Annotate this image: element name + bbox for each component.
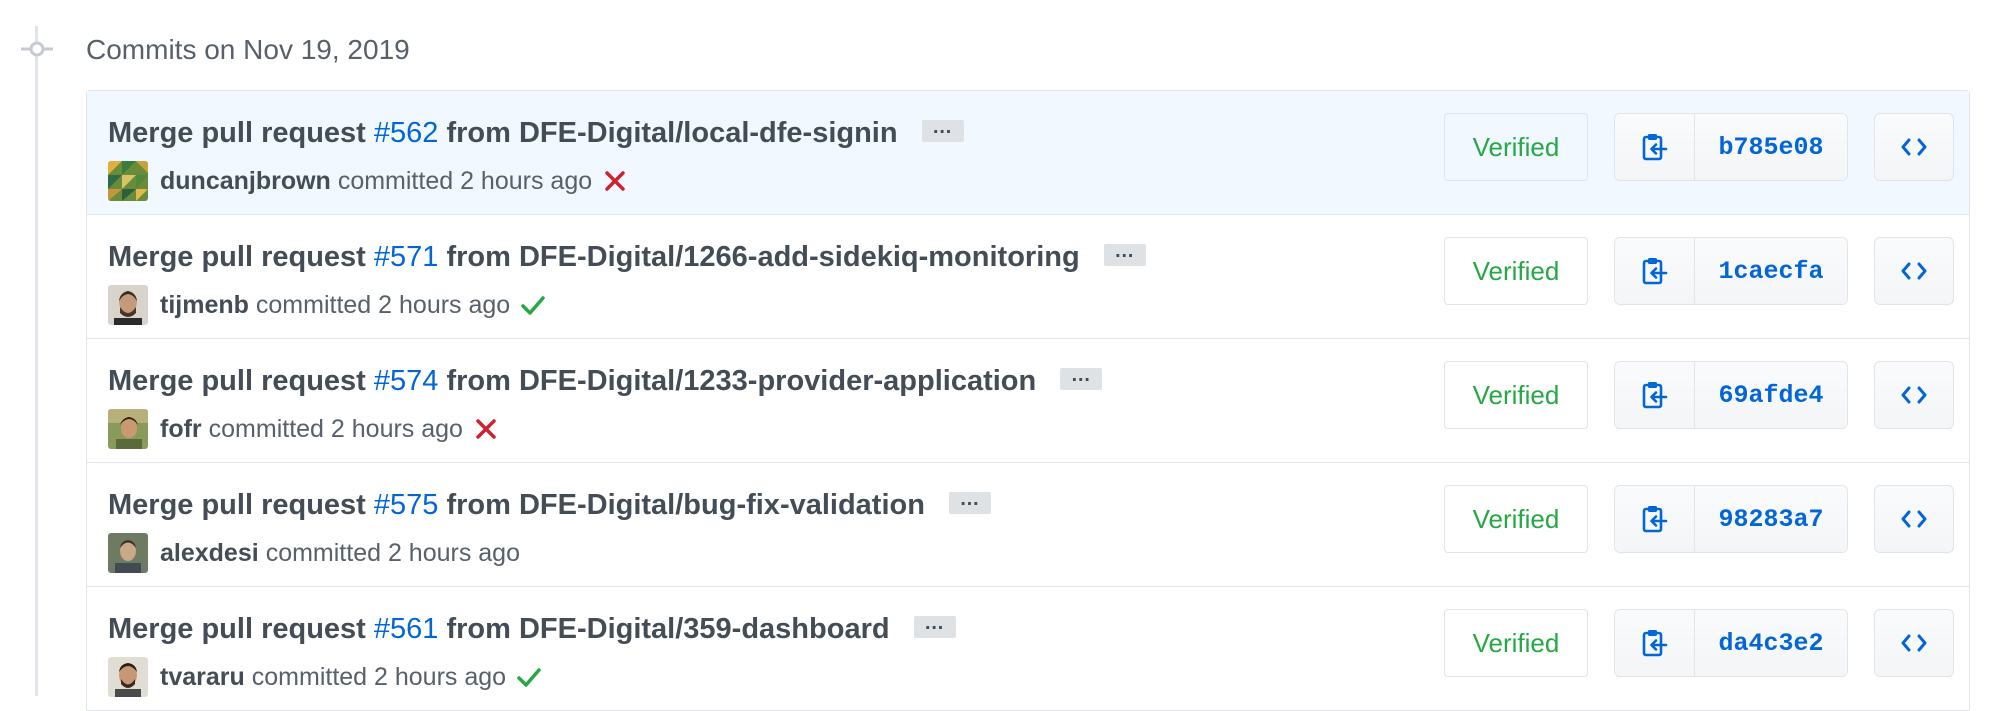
pull-request-link[interactable]: #571 [374,241,439,273]
commit-sha-link[interactable]: b785e08 [1695,114,1847,180]
commit-message-prefix[interactable]: Merge pull request [108,365,366,397]
sha-button-group: da4c3e2 [1614,609,1848,677]
avatar-photo-icon [108,285,148,325]
verified-badge[interactable]: Verified [1444,485,1588,553]
commit-sha-link[interactable]: 69afde4 [1695,362,1847,428]
copy-sha-button[interactable] [1615,362,1695,428]
avatar-photo-icon [108,409,148,449]
commit-message-prefix[interactable]: Merge pull request [108,489,366,521]
commit-message-prefix[interactable]: Merge pull request [108,117,366,149]
commit-title[interactable]: Merge pull request #562 from DFE-Digital… [108,113,964,153]
copy-sha-button[interactable] [1615,486,1695,552]
sha-button-group: 69afde4 [1614,361,1848,429]
commit-sha-link[interactable]: da4c3e2 [1695,610,1847,676]
commit-message-branch[interactable]: from DFE-Digital/local-dfe-signin [446,117,897,149]
avatar[interactable] [108,161,148,201]
pull-request-link[interactable]: #575 [374,489,439,521]
copy-sha-button[interactable] [1615,114,1695,180]
commit-row: Merge pull request #561 from DFE-Digital… [87,587,1969,711]
verified-badge[interactable]: Verified [1444,361,1588,429]
commit-node-icon [21,41,53,57]
commit-time: committed 2 hours ago [251,662,507,691]
timeline-line [35,26,38,696]
avatar-pattern-icon [108,161,148,201]
pull-request-link[interactable]: #562 [374,117,439,149]
browse-repository-button[interactable] [1874,485,1954,553]
commit-title[interactable]: Merge pull request #561 from DFE-Digital… [108,609,956,649]
check-icon[interactable] [520,292,546,318]
avatar[interactable] [108,409,148,449]
x-icon[interactable] [473,416,499,442]
check-icon[interactable] [516,664,542,690]
expand-message-button[interactable]: … [1060,365,1103,391]
commit-meta: alexdesi committed 2 hours ago [108,533,520,573]
sha-button-group: b785e08 [1614,113,1848,181]
code-icon [1901,138,1927,156]
commit-meta: tijmenb committed 2 hours ago [108,285,546,325]
commit-author[interactable]: tijmenb [160,291,249,320]
commit-sha-link[interactable]: 1caecfa [1695,238,1847,304]
commit-time: committed 2 hours ago [337,166,593,195]
commit-time: committed 2 hours ago [265,538,520,567]
commit-title[interactable]: Merge pull request #574 from DFE-Digital… [108,361,1103,401]
verified-badge[interactable]: Verified [1444,237,1588,305]
commit-title[interactable]: Merge pull request #575 from DFE-Digital… [108,485,992,525]
commit-meta: duncanjbrown committed 2 hours ago [108,161,628,201]
x-icon[interactable] [602,168,628,194]
commit-message-branch[interactable]: from DFE-Digital/359-dashboard [446,613,889,645]
browse-repository-button[interactable] [1874,609,1954,677]
expand-message-button[interactable]: … [1103,241,1146,267]
commit-row: Merge pull request #571 from DFE-Digital… [87,215,1969,339]
code-icon [1901,634,1927,652]
commit-author[interactable]: alexdesi [160,539,259,568]
avatar-photo-icon [108,657,148,697]
sha-button-group: 98283a7 [1614,485,1848,553]
sha-button-group: 1caecfa [1614,237,1848,305]
copy-sha-button[interactable] [1615,238,1695,304]
clipboard-icon [1642,506,1667,533]
commit-sha-link[interactable]: 98283a7 [1695,486,1847,552]
clipboard-icon [1642,134,1667,161]
code-icon [1901,510,1927,528]
verified-badge[interactable]: Verified [1444,113,1588,181]
pull-request-link[interactable]: #561 [374,613,439,645]
clipboard-icon [1642,258,1667,285]
commit-message-branch[interactable]: from DFE-Digital/1266-add-sidekiq-monito… [446,241,1079,273]
expand-message-button[interactable]: … [921,117,964,143]
commit-meta: fofr committed 2 hours ago [108,409,499,449]
copy-sha-button[interactable] [1615,610,1695,676]
commit-author[interactable]: tvararu [160,663,245,692]
commit-message-branch[interactable]: from DFE-Digital/1233-provider-applicati… [446,365,1036,397]
expand-message-button[interactable]: … [949,489,992,515]
commit-meta: tvararu committed 2 hours ago [108,657,542,697]
commit-row: Merge pull request #575 from DFE-Digital… [87,463,1969,587]
commit-row: Merge pull request #562 from DFE-Digital… [87,91,1969,215]
clipboard-icon [1642,630,1667,657]
commit-title[interactable]: Merge pull request #571 from DFE-Digital… [108,237,1146,277]
commit-time: committed 2 hours ago [208,414,463,443]
clipboard-icon [1642,382,1667,409]
commit-message-branch[interactable]: from DFE-Digital/bug-fix-validation [446,489,925,521]
pull-request-link[interactable]: #574 [374,365,439,397]
verified-badge[interactable]: Verified [1444,609,1588,677]
commit-time: committed 2 hours ago [255,290,511,319]
avatar[interactable] [108,657,148,697]
browse-repository-button[interactable] [1874,113,1954,181]
browse-repository-button[interactable] [1874,237,1954,305]
code-icon [1901,262,1927,280]
expand-message-button[interactable]: … [913,613,956,639]
commit-row: Merge pull request #574 from DFE-Digital… [87,339,1969,463]
browse-repository-button[interactable] [1874,361,1954,429]
commit-list: Merge pull request #562 from DFE-Digital… [86,90,1970,711]
commit-author[interactable]: duncanjbrown [160,167,331,196]
commit-message-prefix[interactable]: Merge pull request [108,241,366,273]
commit-message-prefix[interactable]: Merge pull request [108,613,366,645]
commit-author[interactable]: fofr [160,415,202,444]
code-icon [1901,386,1927,404]
avatar[interactable] [108,533,148,573]
commit-group-title: Commits on Nov 19, 2019 [86,34,410,65]
avatar[interactable] [108,285,148,325]
avatar-photo-icon [108,533,148,573]
